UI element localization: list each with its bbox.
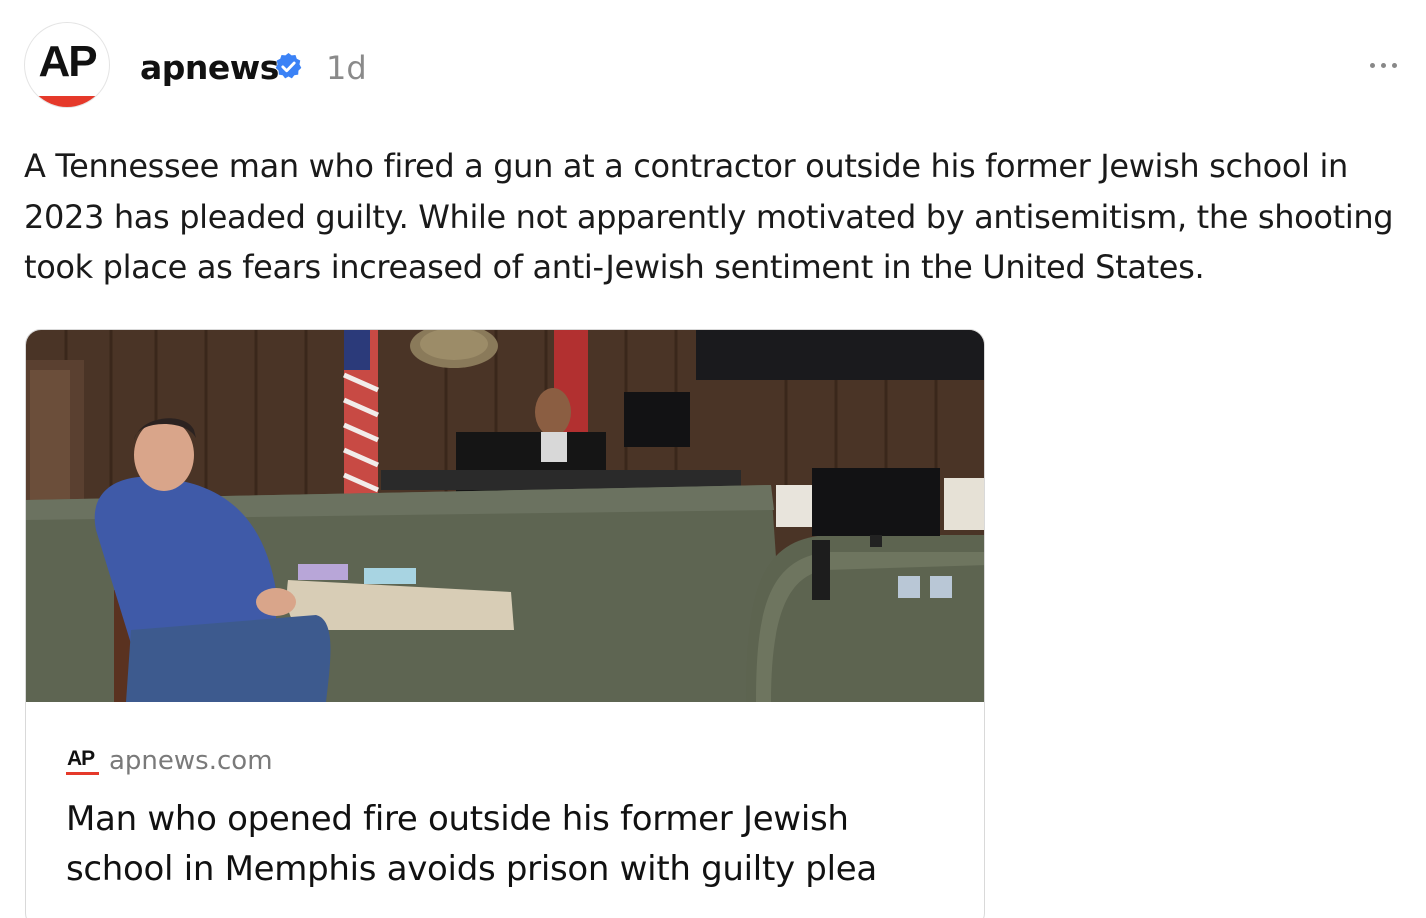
link-card-image: [26, 330, 984, 702]
source-logo-red-bar: [66, 772, 99, 775]
post-header: AP apnews 1d: [24, 22, 1402, 112]
ap-logo-icon: AP: [38, 37, 97, 86]
link-card[interactable]: AP apnews.com Man who opened fire outsid…: [25, 329, 985, 918]
post: AP apnews 1d A Tennessee man who fired a…: [0, 0, 1426, 918]
ap-logo-icon: AP: [66, 747, 102, 777]
post-text: A Tennessee man who fired a gun at a con…: [24, 147, 1394, 286]
link-card-domain: apnews.com: [109, 746, 273, 776]
avatar[interactable]: AP: [24, 22, 110, 108]
username[interactable]: apnews: [140, 48, 279, 87]
more-options-icon[interactable]: [1366, 46, 1400, 82]
verified-badge-icon: [275, 52, 302, 79]
link-card-title[interactable]: Man who opened fire outside his former J…: [66, 794, 966, 894]
avatar-red-bar: [25, 96, 109, 107]
source-logo-text: AP: [67, 747, 95, 770]
post-time: 1d: [326, 49, 367, 87]
